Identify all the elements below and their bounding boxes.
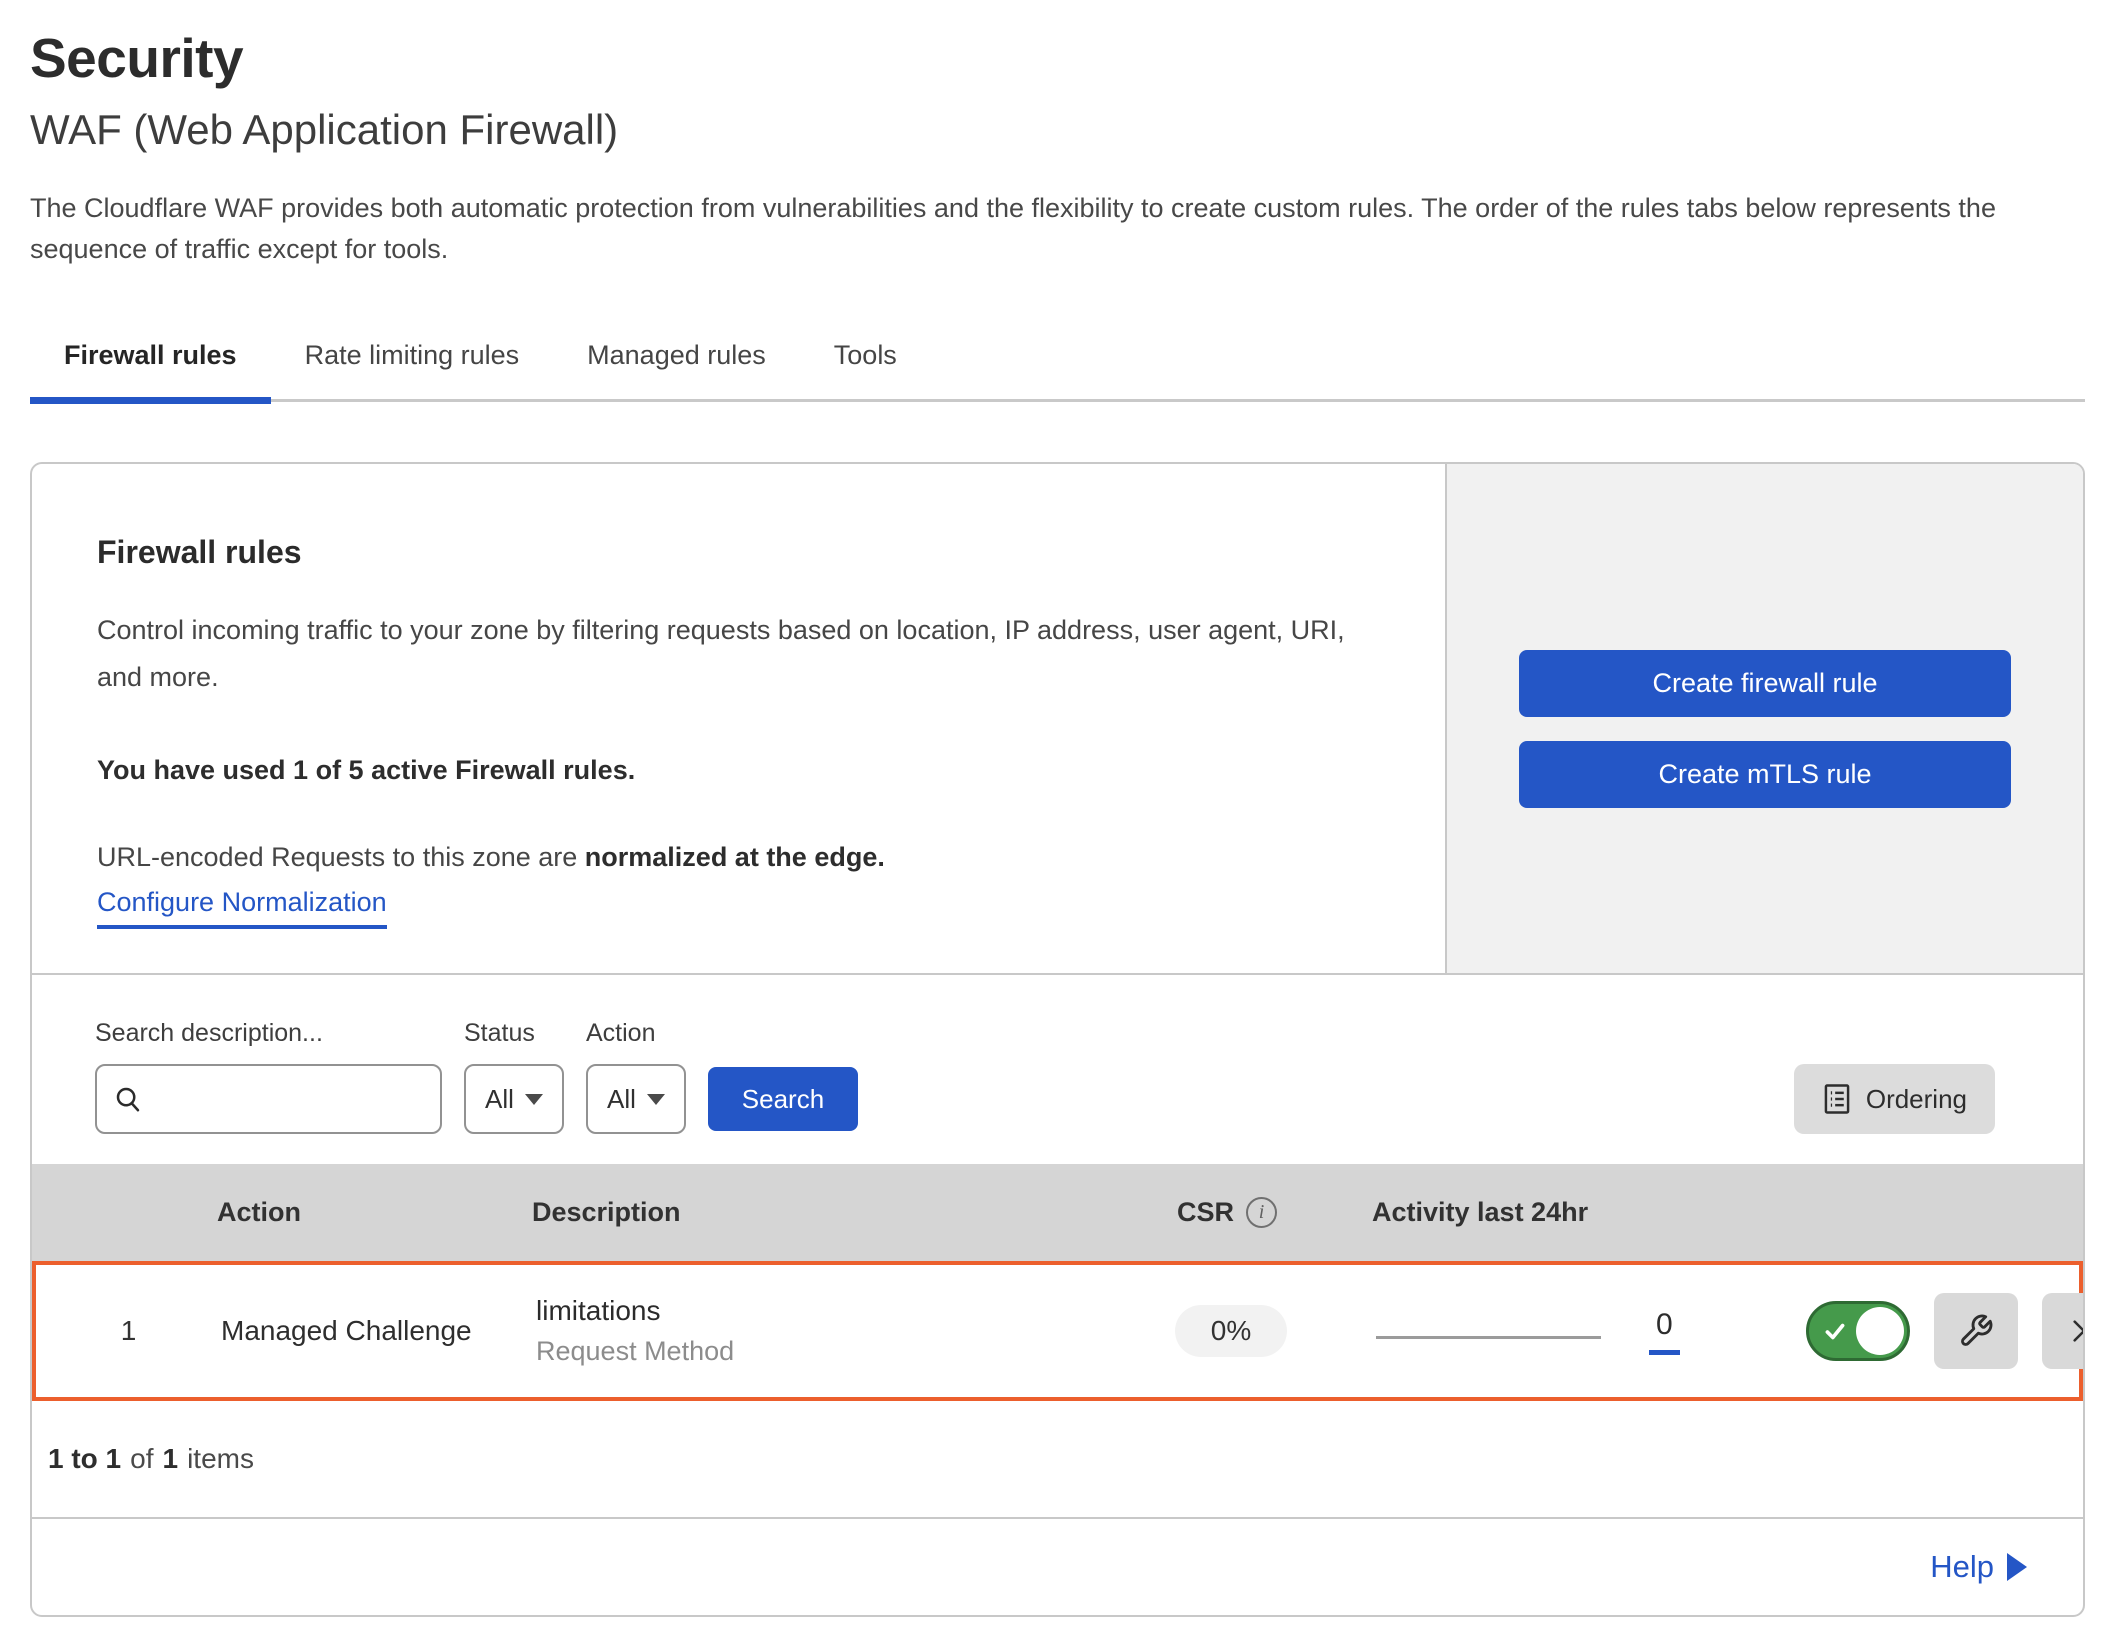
action-filter-group: Action All <box>586 1019 686 1134</box>
rule-description-cell: limitations Request Method <box>536 1295 1086 1367</box>
configure-normalization-link[interactable]: Configure Normalization <box>97 887 387 929</box>
rules-table-header: Action Description CSR i Activity last 2… <box>32 1164 2083 1261</box>
filter-bar: Search description... Status All <box>32 973 2083 1164</box>
search-filter-group: Search description... <box>95 1019 442 1134</box>
waf-tab-bar: Firewall rules Rate limiting rules Manag… <box>30 326 2085 402</box>
tab-rate-limiting-rules[interactable]: Rate limiting rules <box>271 326 554 399</box>
create-mtls-rule-button[interactable]: Create mTLS rule <box>1519 741 2011 808</box>
usage-summary: You have used 1 of 5 active Firewall rul… <box>97 755 1385 786</box>
help-row: Help <box>32 1517 2083 1615</box>
table-row[interactable]: 1 Managed Challenge limitations Request … <box>32 1261 2083 1401</box>
normalization-note-bold: normalized at the edge. <box>585 842 885 872</box>
security-waf-page: Security WAF (Web Application Firewall) … <box>0 0 2114 1617</box>
chevron-down-icon <box>525 1094 543 1105</box>
summary-of: of <box>130 1443 153 1475</box>
delete-rule-button[interactable] <box>2042 1293 2085 1369</box>
status-dropdown[interactable]: All <box>464 1064 564 1134</box>
edit-rule-button[interactable] <box>1934 1293 2018 1369</box>
card-description: Control incoming traffic to your zone by… <box>97 607 1385 701</box>
summary-total: 1 <box>163 1443 179 1475</box>
search-icon <box>113 1084 143 1114</box>
page-description: The Cloudflare WAF provides both automat… <box>30 188 2080 270</box>
rule-expression: Request Method <box>536 1336 1086 1367</box>
card-heading: Firewall rules <box>97 534 1385 571</box>
search-label: Search description... <box>95 1019 442 1048</box>
firewall-rules-card: Firewall rules Control incoming traffic … <box>30 462 2085 1617</box>
csr-column-header: CSR i <box>1177 1197 1277 1228</box>
csr-badge: 0% <box>1175 1305 1287 1357</box>
normalization-note: URL-encoded Requests to this zone are no… <box>97 842 1385 873</box>
ordering-button-label: Ordering <box>1866 1084 1967 1115</box>
search-button[interactable]: Search <box>708 1067 858 1131</box>
page-title: Security <box>30 26 2085 90</box>
help-link-label: Help <box>1930 1549 1994 1585</box>
status-dropdown-value: All <box>485 1084 514 1115</box>
create-firewall-rule-button[interactable]: Create firewall rule <box>1519 650 2011 717</box>
firewall-rules-info: Firewall rules Control incoming traffic … <box>32 464 1445 973</box>
close-icon <box>2068 1315 2085 1347</box>
summary-range: 1 to 1 <box>48 1443 121 1475</box>
summary-items: items <box>187 1443 254 1475</box>
description-column-header: Description <box>532 1197 1082 1228</box>
table-summary: 1 to 1 of 1 items <box>32 1401 2083 1517</box>
page-subtitle: WAF (Web Application Firewall) <box>30 106 2085 154</box>
search-input-wrapper[interactable] <box>95 1064 442 1134</box>
activity-cell: 0 <box>1376 1308 1806 1355</box>
info-icon[interactable]: i <box>1246 1197 1277 1228</box>
action-column-header: Action <box>217 1197 532 1228</box>
rule-description: limitations <box>536 1295 1086 1327</box>
tab-tools[interactable]: Tools <box>800 326 931 399</box>
rule-priority: 1 <box>121 1315 137 1347</box>
csr-header-label: CSR <box>1177 1197 1234 1228</box>
search-input[interactable] <box>153 1083 492 1116</box>
check-icon <box>1822 1318 1848 1344</box>
activity-column-header: Activity last 24hr <box>1372 1197 1802 1228</box>
activity-count-link[interactable]: 0 <box>1649 1308 1680 1355</box>
wrench-icon <box>1958 1313 1994 1349</box>
ordering-button[interactable]: Ordering <box>1794 1064 1995 1134</box>
status-filter-group: Status All <box>464 1019 564 1134</box>
action-label: Action <box>586 1019 686 1048</box>
action-dropdown-value: All <box>607 1084 636 1115</box>
firewall-rules-overview: Firewall rules Control incoming traffic … <box>32 464 2083 973</box>
rule-controls <box>1806 1293 2085 1369</box>
action-dropdown[interactable]: All <box>586 1064 686 1134</box>
help-link[interactable]: Help <box>1930 1549 2027 1585</box>
normalization-note-prefix: URL-encoded Requests to this zone are <box>97 842 585 872</box>
arrow-right-icon <box>2007 1553 2027 1581</box>
toggle-knob <box>1856 1307 1904 1355</box>
status-label: Status <box>464 1019 564 1048</box>
rule-action: Managed Challenge <box>221 1315 536 1347</box>
chevron-down-icon <box>647 1094 665 1105</box>
activity-sparkline <box>1376 1336 1601 1339</box>
ordering-list-icon <box>1822 1083 1852 1115</box>
tab-firewall-rules[interactable]: Firewall rules <box>30 326 271 399</box>
tab-managed-rules[interactable]: Managed rules <box>553 326 800 399</box>
rule-enabled-toggle[interactable] <box>1806 1301 1910 1361</box>
card-action-panel: Create firewall rule Create mTLS rule <box>1445 464 2083 973</box>
